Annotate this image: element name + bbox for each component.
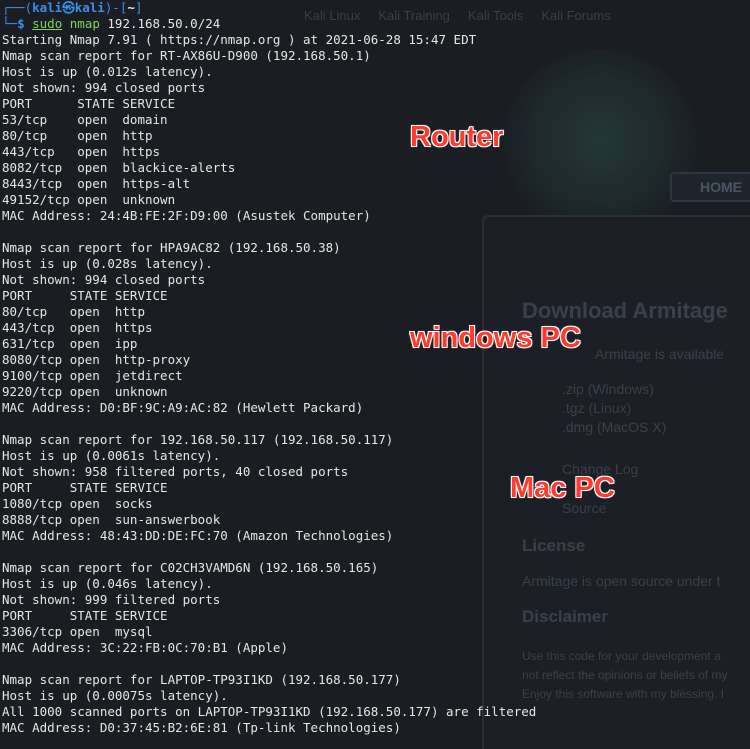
output-line: 8888/tcp open sun-answerbook <box>2 512 221 527</box>
annotation-windows-pc: windows PC <box>410 322 581 354</box>
command-sudo: sudo <box>32 16 63 31</box>
output-line: 8082/tcp open blackice-alerts <box>2 160 236 175</box>
output-line: 443/tcp open https <box>2 320 153 335</box>
output-line: Nmap scan report for C02CH3VAMD6N (192.1… <box>2 560 379 575</box>
output-line: 8080/tcp open http-proxy <box>2 352 191 367</box>
prompt-cwd: ~ <box>127 0 135 15</box>
prompt-user-host: kali㉿kali <box>32 0 105 15</box>
output-line: All 1000 scanned ports on LAPTOP-TP93I1K… <box>2 704 537 719</box>
output-line: 53/tcp open domain <box>2 112 168 127</box>
output-line: 8443/tcp open https-alt <box>2 176 191 191</box>
output-line: MAC Address: 48:43:DD:DE:FC:70 (Amazon T… <box>2 528 394 543</box>
output-line: MAC Address: 3C:22:FB:0C:70:B1 (Apple) <box>2 640 288 655</box>
output-line: 9100/tcp open jetdirect <box>2 368 183 383</box>
output-line: 80/tcp open http <box>2 128 153 143</box>
output-line: PORT STATE SERVICE <box>2 96 176 111</box>
output-line: PORT STATE SERVICE <box>2 480 168 495</box>
output-line: Nmap scan report for HPA9AC82 (192.168.5… <box>2 240 341 255</box>
output-line: MAC Address: D0:37:45:B2:6E:81 (Tp-link … <box>2 720 401 735</box>
output-line: 49152/tcp open unknown <box>2 192 176 207</box>
prompt-line-2: └─$ sudo nmap 192.168.50.0/24 <box>2 16 221 31</box>
output-line: PORT STATE SERVICE <box>2 608 168 623</box>
output-line: MAC Address: 24:4B:FE:2F:D9:00 (Asustek … <box>2 208 371 223</box>
output-line: Host is up (0.028s latency). <box>2 256 213 271</box>
output-line: 443/tcp open https <box>2 144 161 159</box>
output-line: 9220/tcp open unknown <box>2 384 168 399</box>
annotation-router: Router <box>410 121 504 153</box>
output-line: MAC Address: D0:BF:9C:A9:AC:82 (Hewlett … <box>2 400 364 415</box>
output-line: Nmap scan report for 192.168.50.117 (192… <box>2 432 394 447</box>
annotation-mac-pc: Mac PC <box>510 472 615 504</box>
output-line: Not shown: 958 filtered ports, 40 closed… <box>2 464 349 479</box>
nmap-output: Starting Nmap 7.91 ( https://nmap.org ) … <box>2 32 750 736</box>
output-line: Not shown: 999 filtered ports <box>2 592 221 607</box>
output-line: Host is up (0.046s latency). <box>2 576 213 591</box>
command-args: 192.168.50.0/24 <box>99 16 221 31</box>
output-line: Starting Nmap 7.91 ( https://nmap.org ) … <box>2 32 477 47</box>
output-line: Host is up (0.012s latency). <box>2 64 213 79</box>
output-line: Nmap scan report for LAPTOP-TP93I1KD (19… <box>2 672 401 687</box>
output-line: Not shown: 994 closed ports <box>2 272 206 287</box>
terminal-output[interactable]: ┌──(kali㉿kali)-[~] └─$ sudo nmap 192.168… <box>0 0 750 749</box>
output-line: 1080/tcp open socks <box>2 496 153 511</box>
command-nmap: nmap <box>69 16 100 31</box>
output-line: Host is up (0.00075s latency). <box>2 688 228 703</box>
output-line: PORT STATE SERVICE <box>2 288 168 303</box>
output-line: 631/tcp open ipp <box>2 336 138 351</box>
output-line: Not shown: 994 closed ports <box>2 80 206 95</box>
prompt-line-1: ┌──(kali㉿kali)-[~] <box>2 0 143 15</box>
output-line: Nmap scan report for RT-AX86U-D900 (192.… <box>2 48 371 63</box>
output-line: Host is up (0.0061s latency). <box>2 448 221 463</box>
output-line: 3306/tcp open mysql <box>2 624 153 639</box>
output-line: 80/tcp open http <box>2 304 145 319</box>
